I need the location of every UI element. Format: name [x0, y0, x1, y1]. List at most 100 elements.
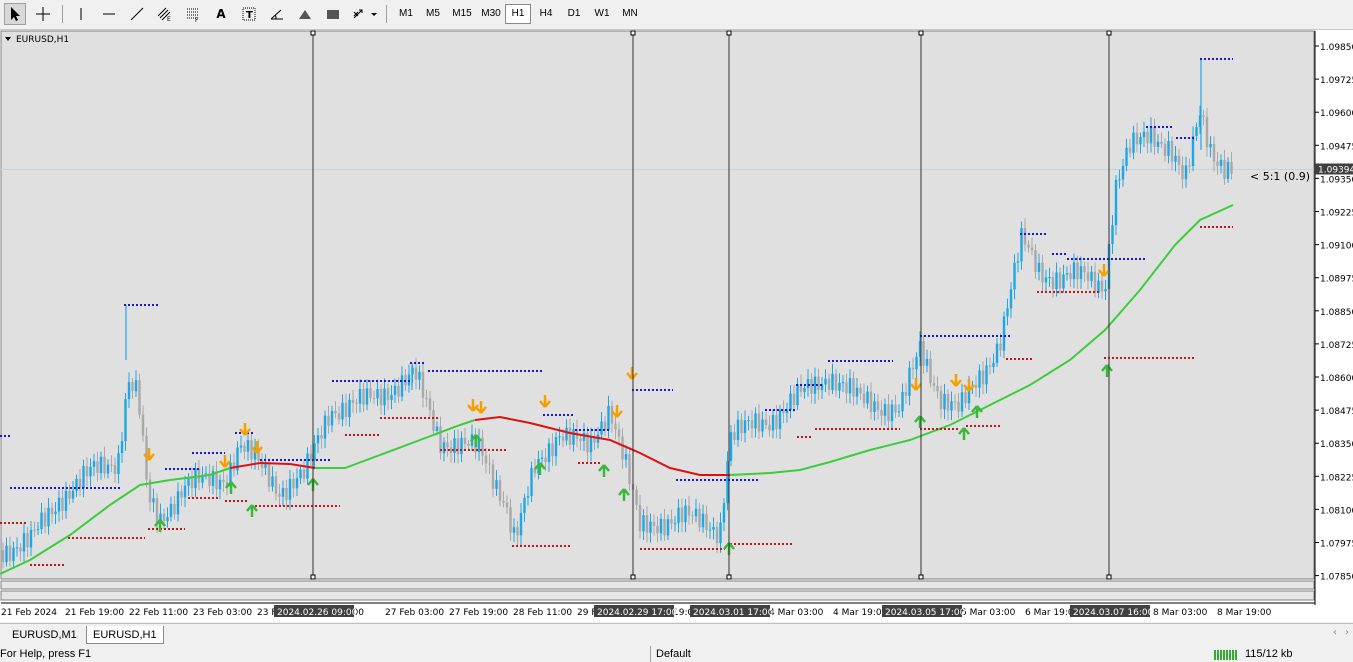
candle-body	[687, 505, 691, 516]
timeframe-m30-button[interactable]: M30	[477, 4, 505, 24]
candle-body	[656, 525, 659, 534]
timeframe-w1-button[interactable]: W1	[589, 4, 615, 24]
candle-body	[1163, 143, 1167, 156]
fibonacci-icon[interactable]: F	[182, 3, 204, 25]
vertical-line-label: 2024.02.29 17:00	[597, 608, 678, 618]
candle-body	[663, 519, 666, 536]
candle-body	[15, 547, 19, 549]
candle-body	[516, 527, 519, 536]
tab-eurusd-m1[interactable]: EURUSD,M1	[6, 626, 83, 644]
price-label: 1.08100	[1320, 506, 1353, 516]
candle-body	[764, 419, 768, 425]
candle-body	[645, 515, 649, 533]
tab-eurusd-h1[interactable]: EURUSD,H1	[86, 626, 164, 644]
candle-body	[589, 436, 593, 453]
candle-body	[579, 438, 582, 441]
timeframe-h4-button[interactable]: H4	[533, 4, 559, 24]
timeframe-m1-button[interactable]: M1	[393, 4, 419, 24]
candle-body	[978, 370, 981, 388]
candle-body	[337, 413, 341, 420]
candle-body	[92, 461, 96, 467]
text-label-icon[interactable]: T	[238, 3, 260, 25]
triangle-icon[interactable]	[294, 3, 316, 25]
vertical-line-handle	[1106, 30, 1112, 36]
candle-body	[915, 356, 918, 370]
timeframe-h1-button[interactable]: H1	[505, 4, 531, 24]
candle-body	[1121, 165, 1125, 180]
candle-body	[12, 547, 15, 562]
rectangle-icon[interactable]	[322, 3, 344, 25]
candle-body	[771, 415, 775, 431]
time-label: 5 Mar 03:00	[961, 608, 1016, 618]
horizontal-line-icon[interactable]	[98, 3, 120, 25]
candle-body	[281, 487, 285, 497]
candle-body	[719, 522, 722, 544]
candle-body	[649, 521, 652, 533]
candle-body	[705, 513, 708, 531]
candle-body	[715, 526, 719, 544]
candle-body	[120, 441, 124, 453]
candle-body	[302, 469, 306, 479]
candle-body	[876, 401, 880, 410]
candle-body	[1083, 266, 1086, 273]
candle-body	[904, 391, 908, 396]
toolbar-separator	[386, 5, 387, 23]
candle-body	[824, 378, 827, 385]
price-label: 1.08975	[1320, 275, 1353, 285]
status-profile: Default	[656, 648, 691, 660]
candle-body	[1142, 131, 1146, 138]
candle-body	[78, 478, 82, 489]
tab-scroll-right-icon[interactable]: ›	[1345, 627, 1349, 638]
timeframe-mn-button[interactable]: MN	[617, 4, 643, 24]
vertical-line-icon[interactable]	[70, 3, 92, 25]
price-label: 1.09225	[1320, 209, 1353, 219]
candle-body	[554, 437, 558, 457]
price-chart[interactable]: 1.09850 1.09725 1.09600 1.09475 1.09350 1.092…	[0, 30, 1353, 622]
candle-body	[911, 367, 915, 370]
timeframe-d1-button[interactable]: D1	[561, 4, 587, 24]
candle-body	[1041, 262, 1044, 283]
price-label: 1.09850	[1320, 43, 1353, 53]
indicator-subwindow-1	[0, 580, 1315, 590]
risk-reward-label: < 5:1 (0.9)	[1250, 170, 1310, 183]
candle-body	[1016, 261, 1020, 263]
candle-body	[617, 429, 621, 437]
time-label: 4 Mar 19:00	[833, 608, 888, 618]
candle-body	[344, 402, 348, 418]
candle-body	[96, 461, 99, 473]
trendline-icon[interactable]	[126, 3, 148, 25]
angle-line-icon[interactable]	[266, 3, 288, 25]
candle-body	[180, 491, 183, 498]
candle-body	[320, 435, 323, 439]
candle-body	[502, 500, 505, 503]
candle-body	[264, 463, 267, 469]
candle-body	[222, 479, 225, 482]
price-label: 1.09350	[1320, 175, 1353, 185]
candle-body	[162, 513, 166, 522]
candle-body	[680, 507, 684, 523]
arrows-dropdown-icon[interactable]	[350, 3, 380, 25]
candle-body	[379, 389, 383, 406]
vertical-line-handle	[310, 30, 316, 36]
candle-body	[1188, 165, 1191, 167]
timeframe-m5-button[interactable]: M5	[420, 4, 446, 24]
candle-body	[33, 529, 36, 531]
candle-body	[988, 365, 992, 367]
vertical-line-label: 2024.03.07 16:00	[1073, 608, 1154, 618]
candle-body	[127, 382, 131, 400]
text-icon[interactable]: A	[210, 3, 232, 25]
crosshair-icon[interactable]	[32, 3, 54, 25]
candle-body	[75, 478, 78, 491]
candle-body	[365, 388, 369, 405]
candle-body	[134, 380, 138, 392]
chart-window[interactable]: 1.09850 1.09725 1.09600 1.09475 1.09350 1.092…	[0, 30, 1353, 622]
tab-scroll-left-icon[interactable]: ‹	[1333, 627, 1337, 638]
timeframe-m15-button[interactable]: M15	[447, 4, 477, 24]
candle-body	[691, 515, 694, 517]
equidistant-channel-icon[interactable]: E	[154, 3, 176, 25]
candle-body	[467, 444, 470, 446]
cursor-icon[interactable]	[4, 3, 26, 25]
candle-body	[740, 419, 743, 433]
candle-body	[327, 415, 330, 426]
candle-body	[425, 397, 428, 399]
